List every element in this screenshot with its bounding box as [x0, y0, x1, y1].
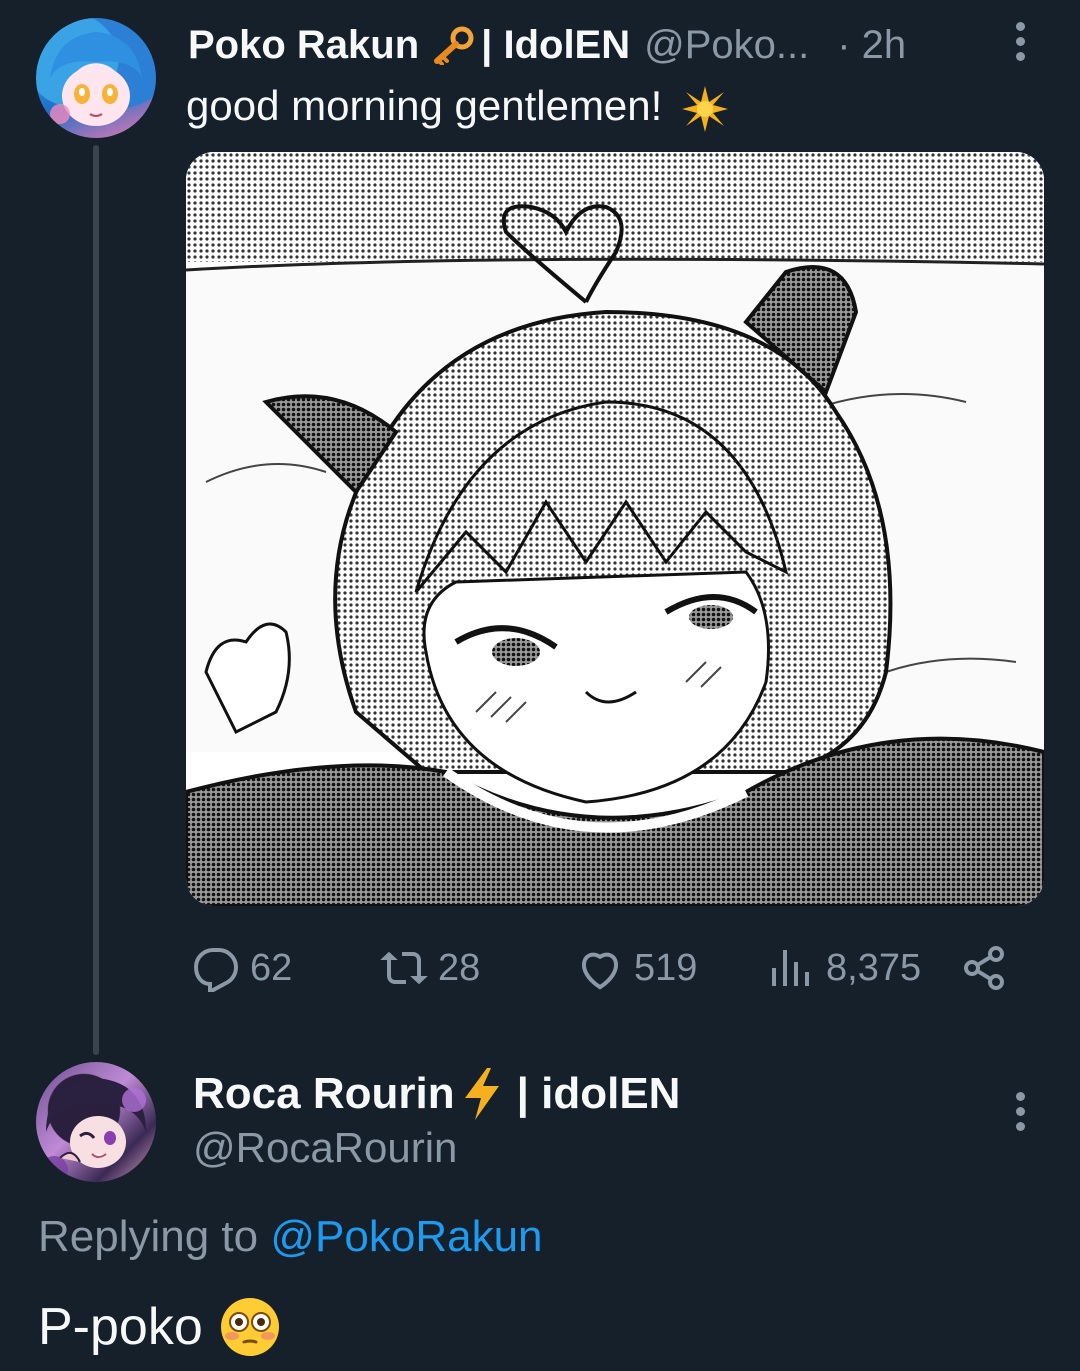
reply-icon	[193, 948, 239, 992]
reply-text: P-poko	[38, 1296, 281, 1358]
roca-avatar[interactable]	[36, 1062, 156, 1182]
reply-count: 62	[250, 946, 293, 989]
tweet-text: good morning gentlemen!	[186, 80, 730, 134]
reply-body: P-poko	[38, 1298, 203, 1356]
replying-to: Replying to @PokoRakun	[38, 1212, 543, 1262]
replying-prefix: Replying to	[38, 1212, 259, 1261]
author-badge: | IdolEN	[481, 22, 631, 67]
key-icon	[429, 25, 475, 66]
share-icon	[964, 946, 1004, 990]
views-button[interactable]: 8,375	[768, 940, 921, 996]
tweet-image[interactable]	[186, 152, 1044, 906]
flushed-face-emoji	[219, 1296, 281, 1358]
lightning-bolt-icon	[461, 1068, 503, 1120]
views-chart-icon	[772, 950, 809, 986]
heart-icon	[581, 952, 619, 990]
view-count: 8,375	[826, 946, 922, 989]
tweet-header: Poko Rakun | IdolEN @Poko... · 2h	[188, 20, 906, 70]
sparkle-icon	[680, 84, 730, 134]
reply-author-name[interactable]: Roca Rourin	[193, 1069, 455, 1119]
tweet-body: good morning gentlemen!	[186, 82, 663, 129]
more-options-icon[interactable]	[1014, 22, 1026, 61]
retweet-icon	[380, 951, 428, 985]
tweet-actions: 62 28 519 8,375	[0, 940, 1080, 996]
author-name[interactable]: Poko Rakun	[188, 23, 419, 68]
replying-handle-link[interactable]: @PokoRakun	[270, 1212, 542, 1261]
like-button[interactable]: 519	[576, 940, 697, 996]
reply-author-badge: | idolEN	[516, 1069, 681, 1118]
reply-button[interactable]: 62	[192, 940, 292, 996]
share-button[interactable]	[960, 940, 1008, 996]
reply-more-options-icon[interactable]	[1014, 1092, 1026, 1131]
thread-connector-line	[93, 145, 99, 1055]
reply-header: Roca Rourin | idolEN	[193, 1068, 680, 1120]
author-handle[interactable]: @Poko...	[644, 23, 809, 68]
poko-avatar[interactable]	[36, 18, 156, 138]
retweet-button[interactable]: 28	[380, 940, 480, 996]
retweet-count: 28	[438, 946, 481, 989]
tweet-time[interactable]: · 2h	[837, 23, 906, 68]
reply-author-handle[interactable]: @RocaRourin	[193, 1124, 457, 1172]
like-count: 519	[634, 946, 698, 989]
